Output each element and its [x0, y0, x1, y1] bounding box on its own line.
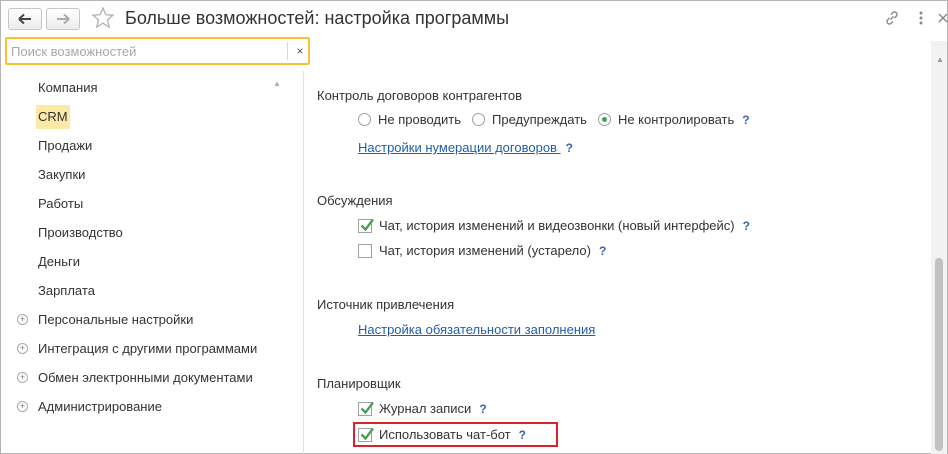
sidebar-item-works[interactable]: Работы: [1, 192, 301, 216]
sidebar-item-label: Закупки: [38, 167, 86, 182]
scrollbar-thumb[interactable]: [935, 258, 943, 451]
sidebar-item-administration[interactable]: + Администрирование: [1, 395, 301, 419]
back-button[interactable]: [8, 8, 42, 30]
help-icon[interactable]: ?: [742, 113, 749, 127]
arrow-left-icon: [18, 13, 31, 25]
section-title-contracts: Контроль договоров контрагентов: [317, 88, 523, 103]
help-icon[interactable]: ?: [743, 219, 750, 233]
expand-icon[interactable]: +: [17, 314, 28, 325]
search-clear-button[interactable]: ×: [292, 42, 308, 60]
checkbox-old-chat[interactable]: [358, 243, 372, 258]
checkbox-new-chat[interactable]: [358, 218, 374, 233]
sidebar-item-label: Интеграция с другими программами: [38, 341, 258, 356]
radio-no-control[interactable]: [358, 113, 371, 126]
help-icon[interactable]: ?: [479, 402, 486, 416]
sidebar-item-salary[interactable]: Зарплата: [1, 279, 301, 303]
expand-icon[interactable]: +: [17, 401, 28, 412]
sidebar-item-label: Зарплата: [38, 283, 95, 298]
link-icon: [886, 11, 898, 25]
window-title: Больше возможностей: настройка программы: [125, 8, 510, 28]
sidebar: ▲ Компания CRM Продажи Закупки Работы Пр…: [1, 71, 303, 454]
radio-label[interactable]: Не проводить: [378, 112, 461, 127]
chatbot-highlight-frame: [353, 422, 558, 447]
close-button[interactable]: [932, 7, 948, 29]
section-title-source: Источник привлечения: [317, 297, 455, 312]
sidebar-item-label: Работы: [38, 196, 84, 211]
sidebar-item-label: Персональные настройки: [38, 312, 194, 327]
checkbox-label[interactable]: Чат, история изменений (устарело): [379, 243, 591, 258]
contract-numbering-link[interactable]: Настройки нумерации договоров ?: [358, 140, 573, 155]
radio-do-not-control[interactable]: [597, 113, 611, 126]
checkbox-journal[interactable]: [358, 401, 374, 416]
checkbox-row-old-chat: Чат, история изменений (устарело) ?: [358, 243, 606, 258]
search-input[interactable]: [11, 42, 287, 60]
checkbox-label[interactable]: Журнал записи: [379, 401, 471, 416]
forward-button[interactable]: [46, 8, 80, 30]
checkbox-label[interactable]: Чат, история изменений и видеозвонки (но…: [379, 218, 735, 233]
sidebar-item-money[interactable]: Деньги: [1, 250, 301, 274]
expand-icon[interactable]: +: [17, 343, 28, 354]
sidebar-item-label: Деньги: [38, 254, 80, 269]
link-button[interactable]: [881, 7, 903, 29]
checkmark-icon: [360, 401, 374, 414]
link-label[interactable]: Настройки нумерации договоров: [358, 140, 557, 155]
vertical-scrollbar[interactable]: ▲: [931, 41, 947, 454]
radio-label[interactable]: Предупреждать: [492, 112, 587, 127]
settings-panel: Контроль договоров контрагентов Не прово…: [304, 71, 930, 454]
sidebar-item-label: CRM: [36, 105, 70, 129]
more-button[interactable]: [910, 7, 932, 29]
settings-window: Больше возможностей: настройка программы…: [0, 0, 948, 454]
section-title-discussions: Обсуждения: [317, 193, 393, 208]
search-divider: [287, 42, 288, 60]
scroll-up-icon[interactable]: ▲: [936, 55, 944, 64]
source-required-link[interactable]: Настройка обязательности заполнения: [358, 322, 595, 337]
sidebar-item-integration[interactable]: + Интеграция с другими программами: [1, 337, 301, 361]
checkbox-row-journal: Журнал записи ?: [358, 401, 487, 416]
sidebar-item-company[interactable]: Компания: [1, 76, 301, 100]
help-icon[interactable]: ?: [599, 244, 606, 258]
checkbox-row-new-chat: Чат, история изменений и видеозвонки (но…: [358, 218, 750, 233]
sidebar-item-label: Производство: [38, 225, 123, 240]
sidebar-item-purchases[interactable]: Закупки: [1, 163, 301, 187]
title-bar: Больше возможностей: настройка программы: [1, 1, 948, 35]
star-icon: [91, 6, 115, 29]
checkmark-icon: [360, 218, 374, 231]
help-icon[interactable]: ?: [566, 141, 573, 155]
radio-label[interactable]: Не контролировать: [618, 112, 734, 127]
favorite-button[interactable]: [91, 6, 115, 30]
arrow-right-icon: [57, 13, 70, 25]
sidebar-item-label: Продажи: [38, 138, 93, 153]
sidebar-item-label: Администрирование: [38, 399, 162, 414]
contracts-radio-group: Не проводить Предупреждать Не контролиро…: [358, 112, 750, 127]
sidebar-item-crm[interactable]: CRM: [1, 105, 301, 129]
close-icon: [938, 13, 948, 23]
sidebar-item-edi[interactable]: + Обмен электронными документами: [1, 366, 301, 390]
sidebar-item-label: Обмен электронными документами: [38, 370, 253, 385]
section-title-planner: Планировщик: [317, 376, 401, 391]
expand-icon[interactable]: +: [17, 372, 28, 383]
sidebar-item-sales[interactable]: Продажи: [1, 134, 301, 158]
sidebar-item-production[interactable]: Производство: [1, 221, 301, 245]
search-box: ×: [5, 37, 310, 65]
sidebar-item-personal-settings[interactable]: + Персональные настройки: [1, 308, 301, 332]
sidebar-item-label: Компания: [38, 80, 98, 95]
radio-warn[interactable]: [472, 113, 486, 126]
more-icon: [919, 11, 923, 25]
